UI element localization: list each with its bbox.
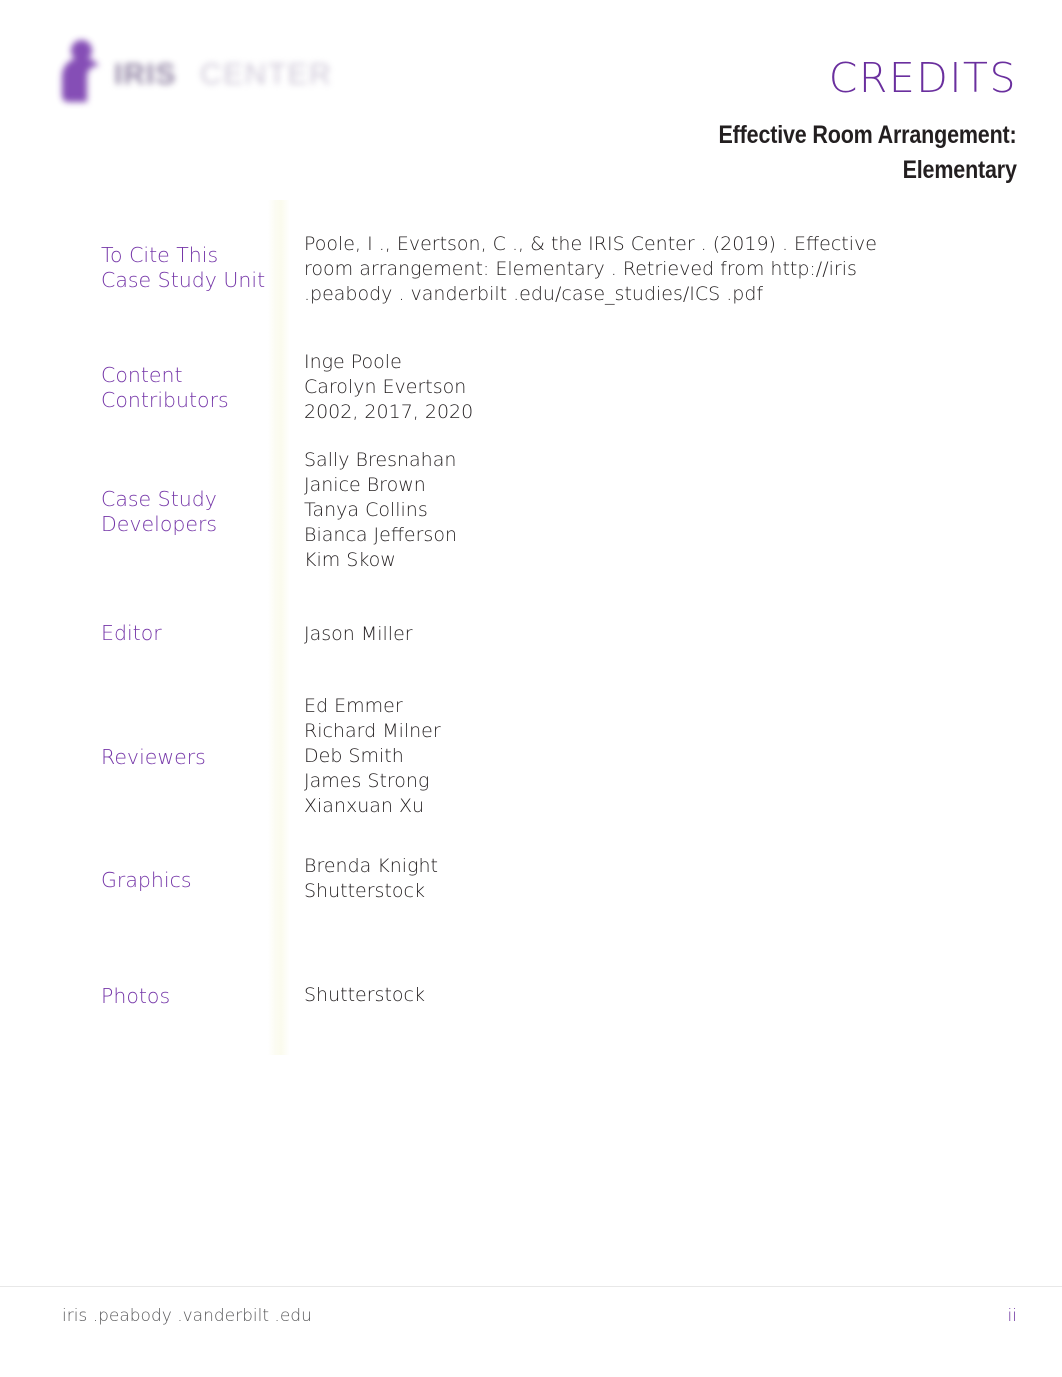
iris-person-icon [60, 40, 106, 104]
footer-site-url: iris .peabody .vanderbilt .edu [62, 1306, 312, 1326]
credit-label: Case Study Developers [101, 487, 218, 536]
footer-divider [0, 1286, 1062, 1287]
logo-word-center: CENTER [200, 58, 333, 91]
credit-label: Editor [101, 621, 162, 645]
credit-value: Brenda Knight Shutterstock [304, 855, 438, 902]
credit-value: Shutterstock [304, 984, 425, 1006]
credit-value: Jason Miller [304, 623, 413, 645]
document-subtitle: Elementary [902, 156, 1017, 184]
credit-value: Inge Poole Carolyn Evertson 2002, 2017, … [304, 351, 474, 423]
document-title: Effective Room Arrangement: [718, 121, 1017, 149]
credit-value: Sally Bresnahan Janice Brown Tanya Colli… [304, 449, 457, 571]
credit-value: Poole, I ., Evertson, C ., & the IRIS Ce… [304, 233, 877, 305]
credit-label: Photos [101, 984, 171, 1008]
credit-label: Graphics [101, 868, 192, 892]
logo-word-iris: IRIS [114, 58, 177, 91]
page-header: IRIS CENTER CREDITS Effective Room Arran… [0, 0, 1062, 200]
credit-label: Reviewers [101, 745, 206, 769]
page-number: ii [1007, 1306, 1017, 1326]
column-divider [268, 200, 290, 1055]
iris-center-logo: IRIS CENTER [52, 38, 352, 108]
credit-label: To Cite This Case Study Unit [101, 243, 266, 292]
credit-value: Ed Emmer Richard Milner Deb Smith James … [304, 695, 441, 817]
logo-notch-shape [87, 66, 105, 104]
credit-label: Content Contributors [101, 363, 229, 412]
page-title: CREDITS [828, 54, 1017, 102]
